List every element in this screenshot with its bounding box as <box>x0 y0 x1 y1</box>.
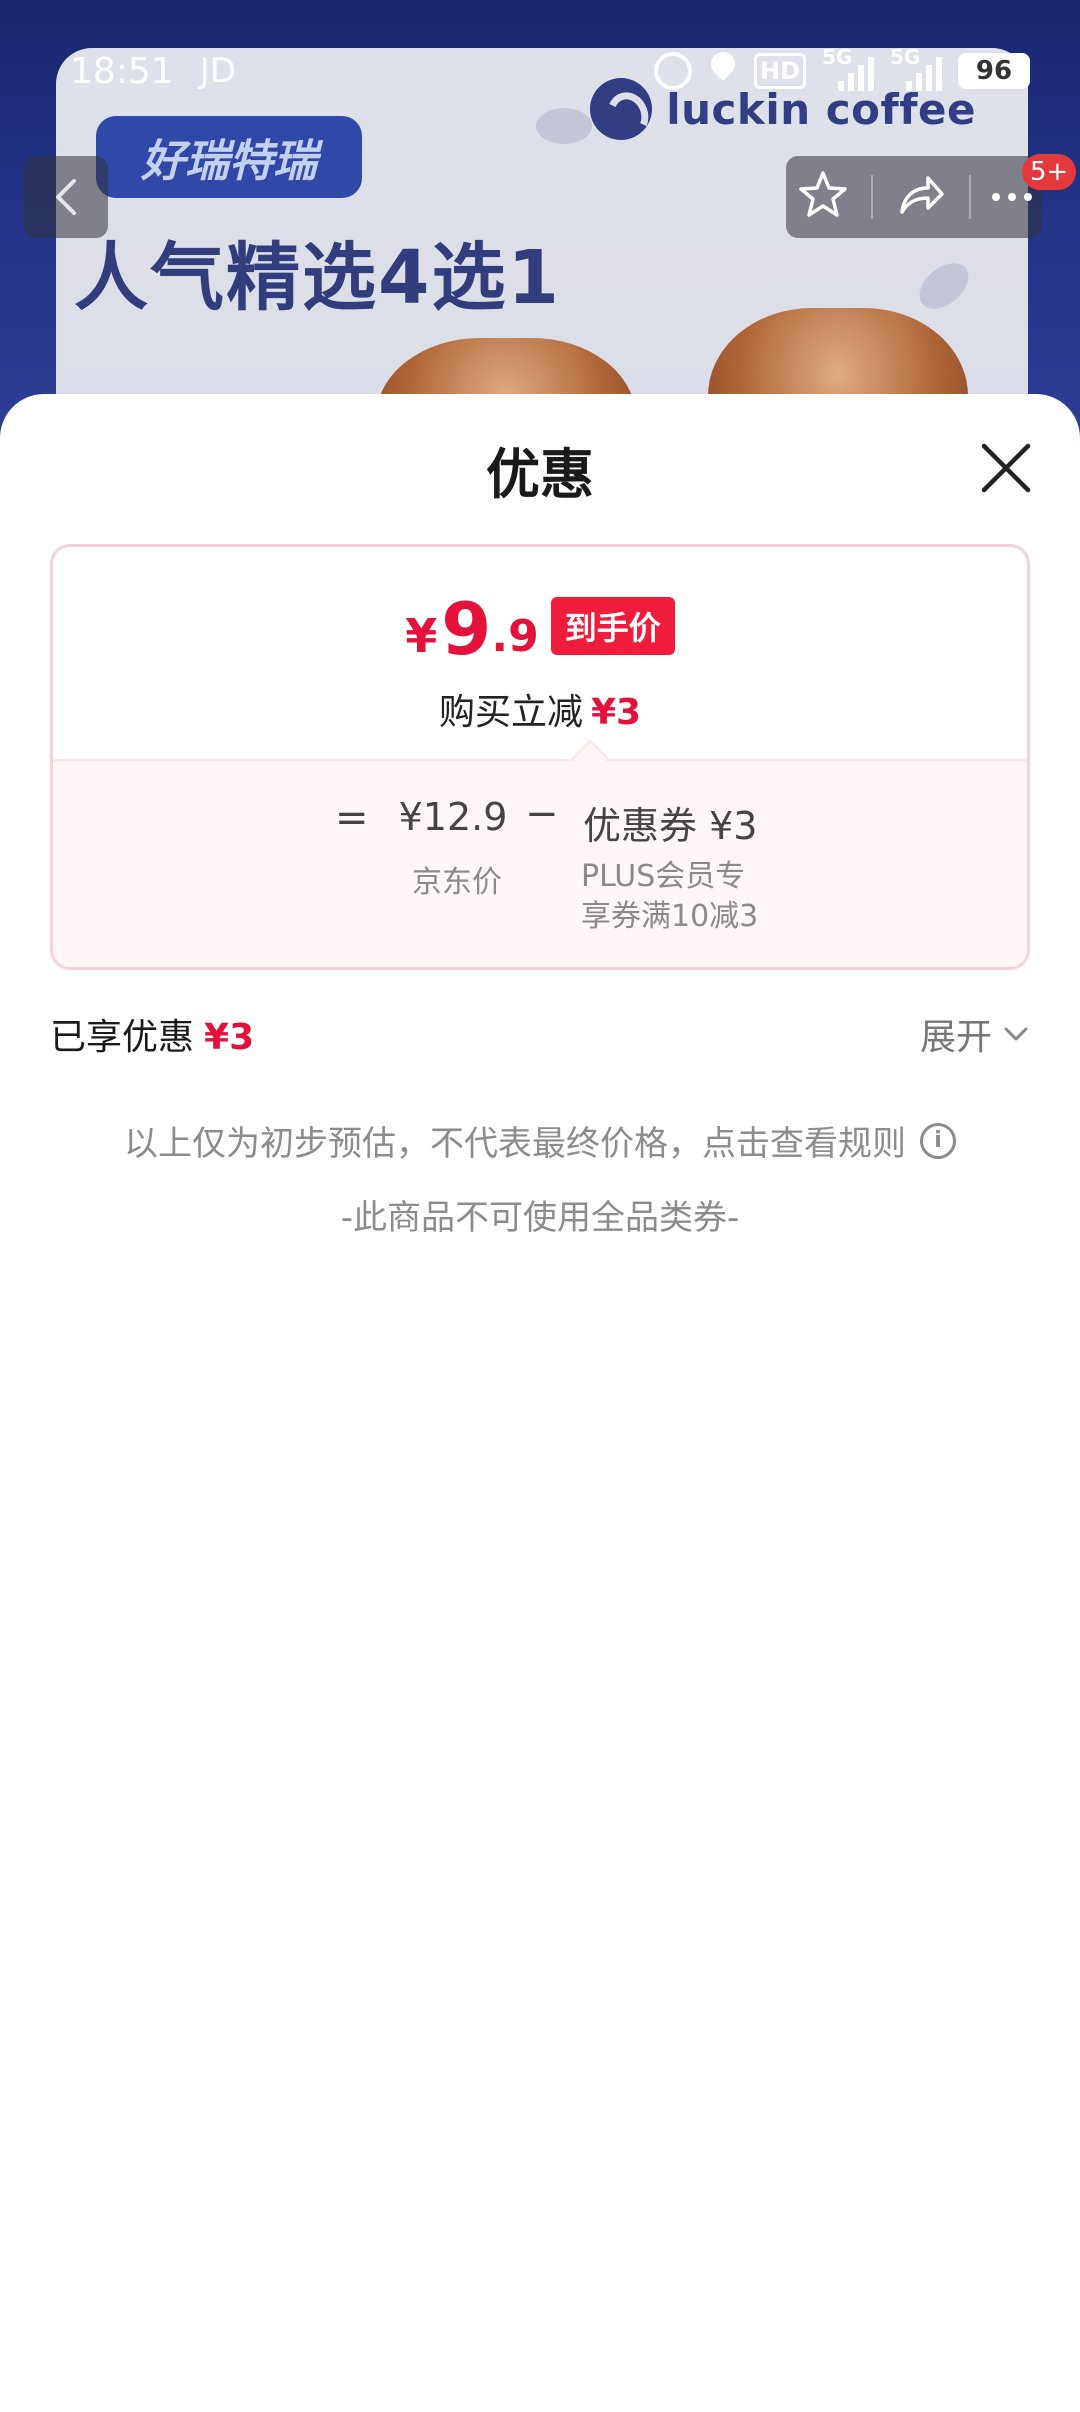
enjoyed-discount: 已享优惠 ¥3 <box>50 1017 255 1058</box>
location-icon <box>708 52 738 90</box>
final-price: ¥ 9 .9 <box>405 587 539 671</box>
favorite-button[interactable] <box>796 168 850 226</box>
enjoyed-discount-row: 已享优惠 ¥3 展开 <box>50 1006 1030 1062</box>
more-button[interactable] <box>991 193 1032 201</box>
close-button[interactable] <box>970 432 1042 504</box>
signal-icon: 5G <box>822 45 874 91</box>
close-icon <box>981 443 1031 493</box>
instant-discount: 购买立减 ¥3 <box>438 692 642 733</box>
hd-voice-icon: HD <box>753 53 806 89</box>
back-button[interactable] <box>24 156 108 238</box>
message-badge: 5+ <box>1022 154 1077 190</box>
chevron-left-icon <box>56 179 76 215</box>
top-actions <box>786 156 1042 238</box>
status-bar: 18:51 JD HD 5G 5G 96 <box>0 40 1080 102</box>
star-icon <box>799 171 848 217</box>
info-icon: i <box>920 1122 956 1159</box>
battery-indicator: 96 <box>958 53 1030 89</box>
expand-button[interactable]: 展开 <box>920 1008 1030 1060</box>
category-coupon-note: -此商品不可使用全品类券- <box>340 1198 740 1238</box>
clock: 18:51 <box>70 50 174 92</box>
price-breakdown-card: ¥ 9 .9 到手价 购买立减¥3 = ¥12.9 − 优惠券 ¥3 京东价 <box>50 544 1030 970</box>
discount-sheet: 优惠 ¥ 9 .9 到手价 购买立减 ¥3 = ¥12.9 − 优惠券 ¥3 京… <box>0 394 1080 2412</box>
jd-price: ¥12.9 <box>398 795 508 839</box>
coupon-description: PLUS会员专 享券满10减3 <box>581 859 759 934</box>
carrier-label: JD <box>199 51 236 91</box>
chevron-down-icon <box>1004 1027 1028 1041</box>
rules-link[interactable]: 以上仅为初步预估，不代表最终价格，点击查看规则 i <box>0 1116 1080 1165</box>
sheet-title: 优惠 <box>486 443 594 506</box>
share-icon <box>900 176 944 214</box>
coupon-amount: 优惠券 ¥3 <box>583 804 758 848</box>
final-price-tag: 到手价 <box>550 597 675 655</box>
signal-icon: 5G <box>890 45 942 91</box>
alarm-icon <box>653 52 692 90</box>
price-formula: = ¥12.9 − 优惠券 ¥3 <box>335 791 758 848</box>
share-button[interactable] <box>894 168 948 226</box>
jd-price-label: 京东价 <box>412 865 502 900</box>
